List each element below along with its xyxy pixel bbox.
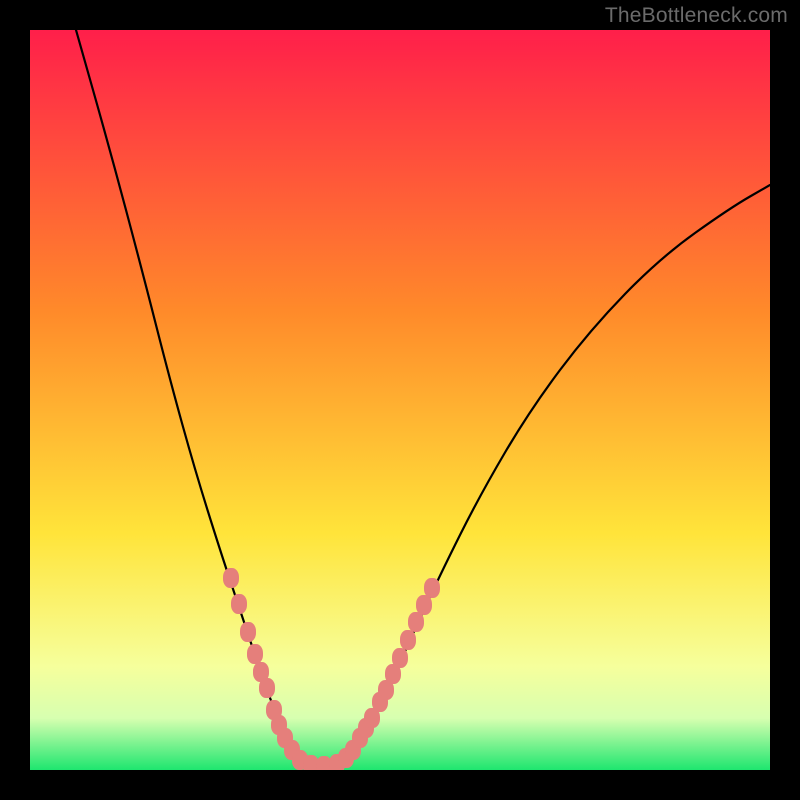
data-point — [231, 594, 247, 614]
data-point — [424, 578, 440, 598]
data-point — [392, 648, 408, 668]
data-point — [247, 644, 263, 664]
bottleneck-curve — [30, 30, 770, 770]
highlighted-points — [223, 568, 440, 770]
curve-path — [76, 30, 770, 766]
chart-frame: TheBottleneck.com — [0, 0, 800, 800]
watermark-text: TheBottleneck.com — [605, 4, 788, 28]
data-point — [223, 568, 239, 588]
plot-area — [30, 30, 770, 770]
data-point — [259, 678, 275, 698]
data-point — [240, 622, 256, 642]
data-point — [400, 630, 416, 650]
data-point — [416, 595, 432, 615]
data-point — [408, 612, 424, 632]
